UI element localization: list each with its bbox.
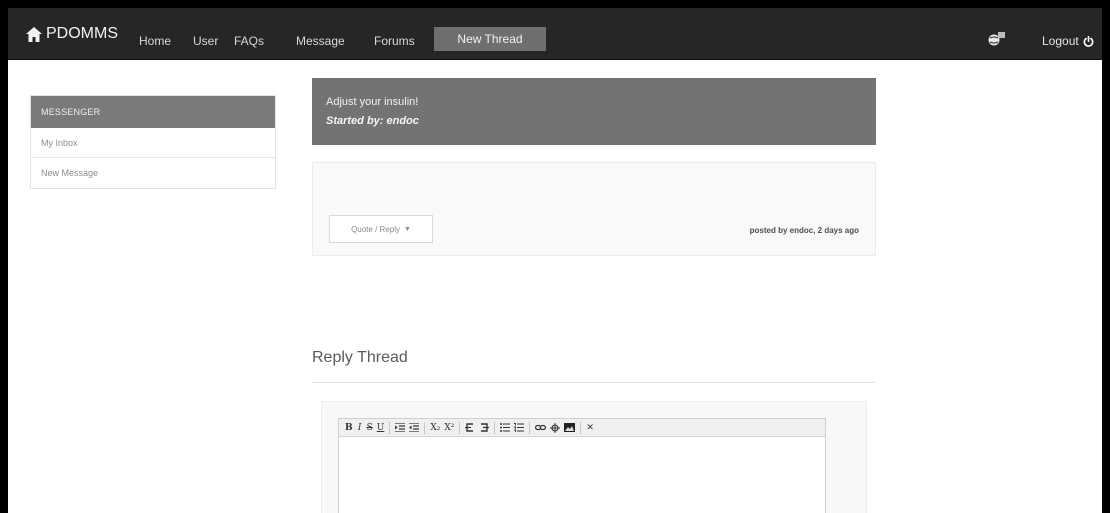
reply-thread-heading: Reply Thread (312, 349, 408, 366)
divider (312, 382, 876, 383)
outdent-icon[interactable] (407, 421, 421, 435)
image-icon[interactable] (562, 421, 577, 435)
logout-button[interactable]: Logout (1042, 34, 1094, 48)
bold-button[interactable]: B (343, 421, 355, 435)
nav-user[interactable]: User (193, 34, 218, 48)
power-icon (1083, 35, 1094, 47)
align-left-icon[interactable] (463, 421, 477, 435)
nav-message[interactable]: Message (296, 34, 345, 48)
top-navbar: PDOMMS Home User FAQs Message Forums New… (8, 8, 1102, 60)
nav-new-thread[interactable]: New Thread (434, 27, 546, 51)
home-icon (26, 26, 42, 42)
language-icon[interactable] (988, 32, 1006, 51)
quote-reply-button[interactable]: Quote / Reply ▼ (329, 215, 433, 243)
nav-faqs[interactable]: FAQs (234, 34, 264, 48)
italic-button[interactable]: I (355, 421, 365, 435)
rich-text-editor: B I S U X₂ X² ✕ (338, 418, 826, 513)
brand-label: PDOMMS (46, 25, 118, 42)
toolbar-separator (529, 421, 531, 434)
numbered-list-icon[interactable] (512, 421, 526, 435)
superscript-button[interactable]: X² (442, 421, 456, 435)
page: PDOMMS Home User FAQs Message Forums New… (8, 8, 1102, 513)
anchor-icon[interactable] (548, 421, 562, 435)
strikethrough-button[interactable]: S (365, 421, 375, 435)
toolbar-separator (424, 421, 426, 434)
brand-link[interactable]: PDOMMS (26, 22, 118, 46)
toolbar-separator (459, 421, 461, 434)
thread-author: Started by: endoc (326, 115, 419, 127)
thread-post: Quote / Reply ▼ posted by endoc, 2 days … (312, 162, 876, 256)
sidebar-item-new-message[interactable]: New Message (31, 158, 275, 188)
editor-toolbar: B I S U X₂ X² ✕ (339, 419, 825, 437)
post-meta: posted by endoc, 2 days ago (749, 226, 859, 235)
align-right-icon[interactable] (477, 421, 491, 435)
link-icon[interactable] (533, 421, 548, 435)
quote-reply-label: Quote / Reply (351, 224, 400, 234)
indent-icon[interactable] (393, 421, 407, 435)
messenger-panel: MESSENGER My Inbox New Message (30, 95, 276, 189)
logout-label: Logout (1042, 34, 1079, 48)
nav-new-thread-label: New Thread (457, 32, 523, 46)
thread-title: Adjust your insulin! (326, 96, 419, 108)
remove-format-icon[interactable]: ✕ (584, 421, 596, 435)
caret-down-icon: ▼ (403, 225, 411, 233)
nav-forums[interactable]: Forums (374, 34, 415, 48)
reply-textarea[interactable] (339, 438, 825, 513)
nav-home[interactable]: Home (139, 34, 171, 48)
messenger-heading: MESSENGER (31, 96, 275, 128)
underline-button[interactable]: U (375, 421, 387, 435)
toolbar-separator (389, 421, 391, 434)
thread-header: Adjust your insulin! Started by: endoc (312, 78, 876, 145)
toolbar-separator (580, 421, 582, 434)
sidebar-item-my-inbox[interactable]: My Inbox (31, 128, 275, 158)
reply-form: B I S U X₂ X² ✕ (321, 401, 867, 513)
subscript-button[interactable]: X₂ (428, 421, 442, 435)
toolbar-separator (494, 421, 496, 434)
bullet-list-icon[interactable] (498, 421, 512, 435)
